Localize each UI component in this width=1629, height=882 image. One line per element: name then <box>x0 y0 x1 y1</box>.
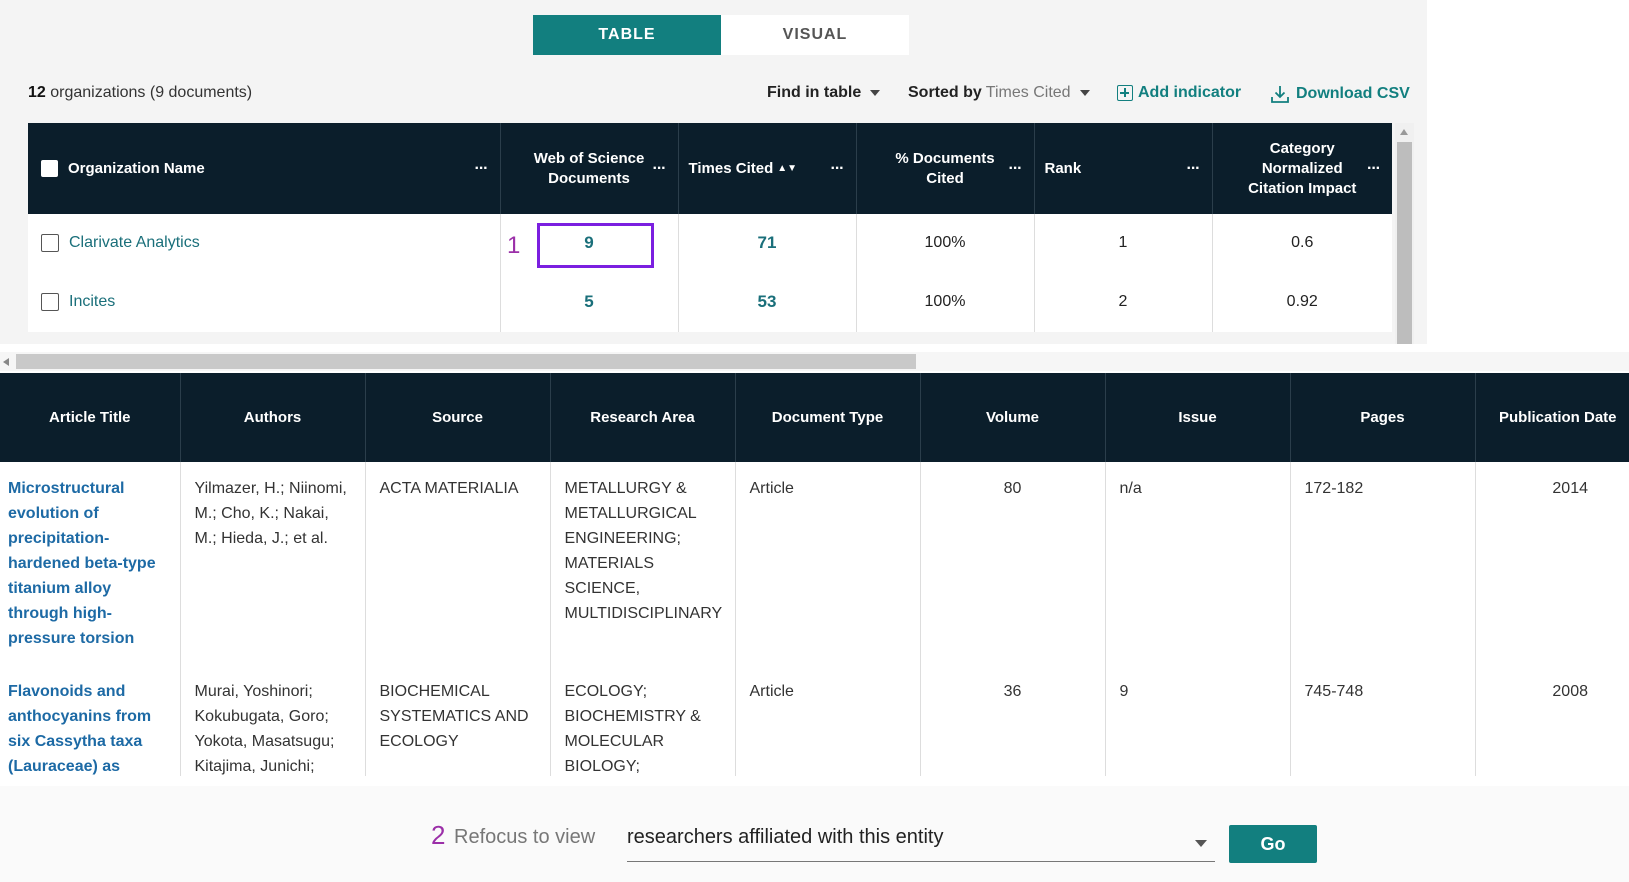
go-button[interactable]: Go <box>1229 825 1317 863</box>
scroll-thumb[interactable] <box>1397 142 1412 344</box>
vertical-scrollbar[interactable] <box>1395 123 1414 344</box>
scroll-left-icon[interactable] <box>3 358 9 366</box>
col-organization-name[interactable]: Organization Name ··· <box>28 123 500 214</box>
times-cited-link[interactable]: 53 <box>758 292 777 311</box>
find-label: Find in table <box>767 84 862 101</box>
doc-type-cell: Article <box>734 462 920 665</box>
summary-text: organizations (9 documents) <box>45 84 253 101</box>
source-cell: ACTA MATERIALIA <box>364 462 550 665</box>
articles-table: Article Title Authors Source Research Ar… <box>0 373 1629 776</box>
download-csv-button[interactable]: Download CSV <box>1270 84 1410 104</box>
col-issue[interactable]: Issue <box>1104 373 1290 462</box>
pct-cited-cell: 100% <box>855 214 1034 272</box>
org-link[interactable]: Incites <box>69 293 115 310</box>
view-toggle: TABLE VISUAL <box>533 15 909 55</box>
col-wos-documents[interactable]: Web of Science Documents ··· <box>499 123 678 214</box>
col-source[interactable]: Source <box>364 373 550 462</box>
col-pages[interactable]: Pages <box>1289 373 1475 462</box>
chevron-down-icon <box>1195 840 1207 847</box>
results-summary: 12 organizations (9 documents) <box>28 84 252 102</box>
org-count: 12 <box>28 84 46 101</box>
column-menu-icon[interactable]: ··· <box>831 160 845 178</box>
col-rank[interactable]: Rank ··· <box>1033 123 1212 214</box>
cnci-cell: 0.92 <box>1211 272 1392 332</box>
highlight-box <box>537 223 654 268</box>
pages-cell: 745-748 <box>1289 665 1475 776</box>
volume-cell: 80 <box>919 462 1105 665</box>
chevron-down-icon <box>870 90 881 96</box>
row-checkbox[interactable] <box>41 233 59 252</box>
table-row: Clarivate Analytics 9 71 100% 1 0.6 <box>28 214 1392 272</box>
pages-cell: 172-182 <box>1289 462 1475 665</box>
sort-icon: ▲▼ <box>777 162 798 174</box>
col-percent-cited[interactable]: % Documents Cited ··· <box>855 123 1034 214</box>
tab-table[interactable]: TABLE <box>533 15 721 55</box>
org-link[interactable]: Clarivate Analytics <box>69 234 200 251</box>
organizations-table: Organization Name ··· Web of Science Docu… <box>28 123 1392 332</box>
col-cnci[interactable]: Category Normalized Citation Impact ··· <box>1211 123 1392 214</box>
refocus-selected-value: researchers affiliated with this entity <box>627 826 944 848</box>
organizations-panel: TABLE VISUAL 12 organizations (9 documen… <box>0 0 1427 344</box>
issue-cell: n/a <box>1104 462 1290 665</box>
research-area-cell: ECOLOGY; BIOCHEMISTRY & MOLECULAR BIOLOG… <box>549 665 735 776</box>
table-row: Microstructural evolution of precipitati… <box>0 462 1629 665</box>
column-menu-icon[interactable]: ··· <box>1367 160 1381 178</box>
col-times-cited[interactable]: Times Cited ▲▼ ··· <box>677 123 856 214</box>
column-menu-icon[interactable]: ··· <box>1187 160 1201 178</box>
find-in-table-dropdown[interactable]: Find in table <box>767 84 881 102</box>
table-row: Flavonoids and anthocyanins from six Cas… <box>0 665 1629 776</box>
refocus-label: Refocus to view <box>454 826 596 848</box>
select-all-checkbox[interactable] <box>41 160 58 178</box>
horizontal-scrollbar[interactable] <box>0 352 1629 371</box>
sort-prefix: Sorted by <box>908 84 982 101</box>
pub-date-cell: 2008 <box>1474 665 1629 776</box>
add-box-icon <box>1117 85 1133 101</box>
annotation-step-1: 1 <box>507 232 521 259</box>
annotation-step-2: 2 <box>431 820 446 850</box>
article-title-link[interactable]: Microstructural evolution of precipitati… <box>0 462 180 665</box>
authors-cell: Yilmazer, H.; Niinomi, M.; Cho, K.; Naka… <box>179 462 365 665</box>
col-document-type[interactable]: Document Type <box>734 373 920 462</box>
sort-value: Times Cited <box>985 84 1071 101</box>
table-row: Incites 5 53 100% 2 0.92 <box>28 272 1392 332</box>
articles-panel: Article Title Authors Source Research Ar… <box>0 373 1629 776</box>
article-title-link[interactable]: Flavonoids and anthocyanins from six Cas… <box>0 665 180 776</box>
row-checkbox[interactable] <box>41 292 59 311</box>
pct-cited-cell: 100% <box>855 272 1034 332</box>
download-csv-label: Download CSV <box>1296 85 1410 102</box>
column-menu-icon[interactable]: ··· <box>475 160 489 178</box>
col-authors[interactable]: Authors <box>179 373 365 462</box>
authors-cell: Murai, Yoshinori; Kokubugata, Goro; Yoko… <box>179 665 365 776</box>
col-article-title[interactable]: Article Title <box>0 373 180 462</box>
scroll-up-icon[interactable] <box>1400 129 1408 135</box>
sort-dropdown[interactable]: Sorted by Times Cited <box>908 84 1090 102</box>
column-menu-icon[interactable]: ··· <box>1009 160 1023 178</box>
add-indicator-label: Add indicator <box>1138 84 1242 101</box>
add-indicator-button[interactable]: Add indicator <box>1117 84 1241 102</box>
rank-cell: 2 <box>1033 272 1212 332</box>
chevron-down-icon <box>1079 90 1090 96</box>
col-research-area[interactable]: Research Area <box>549 373 735 462</box>
refocus-select[interactable]: researchers affiliated with this entity <box>627 818 1215 862</box>
issue-cell: 9 <box>1104 665 1290 776</box>
volume-cell: 36 <box>919 665 1105 776</box>
doc-type-cell: Article <box>734 665 920 776</box>
wos-docs-link[interactable]: 5 <box>584 292 593 311</box>
col-publication-date[interactable]: Publication Date <box>1474 373 1629 462</box>
download-icon <box>1271 86 1289 103</box>
column-menu-icon[interactable]: ··· <box>653 160 667 178</box>
pub-date-cell: 2014 <box>1474 462 1629 665</box>
tab-visual[interactable]: VISUAL <box>721 15 909 55</box>
cnci-cell: 0.6 <box>1211 214 1392 272</box>
scroll-thumb[interactable] <box>16 354 916 369</box>
source-cell: BIOCHEMICAL SYSTEMATICS AND ECOLOGY <box>364 665 550 776</box>
col-volume[interactable]: Volume <box>919 373 1105 462</box>
times-cited-link[interactable]: 71 <box>758 233 777 252</box>
rank-cell: 1 <box>1033 214 1212 272</box>
research-area-cell: METALLURGY & METALLURGICAL ENGINEERING; … <box>549 462 735 665</box>
